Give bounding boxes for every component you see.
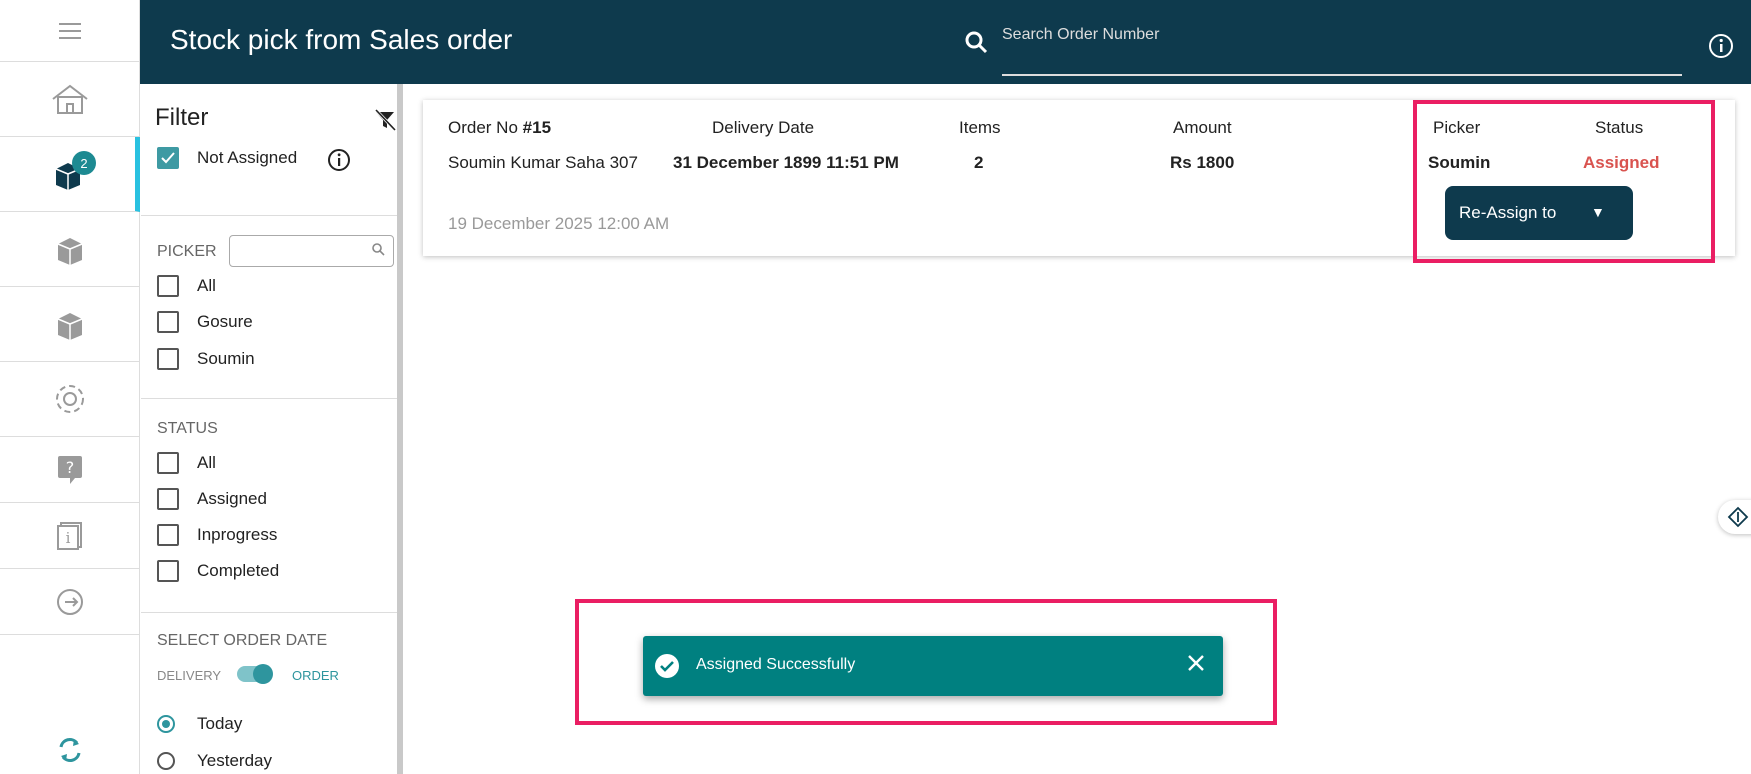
search-icon	[964, 30, 988, 59]
box-icon	[57, 313, 83, 340]
floating-side-button[interactable]	[1718, 500, 1751, 534]
check-circle-icon	[655, 654, 679, 683]
search-icon	[371, 242, 385, 261]
delivery-date-value: 31 December 1899 11:51 PM	[673, 153, 899, 172]
toggle-order-label: ORDER	[292, 668, 339, 683]
status-checkbox[interactable]	[157, 524, 179, 546]
status-option-label: Completed	[197, 561, 280, 580]
picker-option[interactable]: Soumin	[157, 348, 255, 370]
svg-text:i: i	[66, 529, 71, 547]
not-assigned-info-button[interactable]	[327, 148, 351, 177]
picker-option-label: All	[197, 276, 216, 295]
app-header: Stock pick from Sales order	[140, 0, 1751, 84]
close-toast-button[interactable]	[1187, 654, 1205, 677]
picker-checkbox[interactable]	[157, 348, 179, 370]
nav-help[interactable]: ?	[0, 437, 140, 503]
items-label: Items	[959, 118, 1001, 137]
status-option[interactable]: All	[157, 452, 216, 474]
picker-checkbox[interactable]	[157, 311, 179, 333]
sync-icon	[59, 738, 81, 762]
success-toast: Assigned Successfully	[643, 636, 1223, 696]
home-icon	[52, 84, 88, 114]
picker-option[interactable]: Gosure	[157, 311, 253, 333]
date-radio[interactable]	[157, 715, 175, 733]
nav-rail: 2 ? i	[0, 0, 140, 774]
nav-settings[interactable]	[0, 362, 140, 437]
divider	[141, 398, 397, 399]
order-no-value: #15	[522, 118, 552, 137]
status-checkbox[interactable]	[157, 452, 179, 474]
date-option[interactable]: Today	[157, 714, 242, 734]
filter-title: Filter	[155, 104, 209, 131]
page-title: Stock pick from Sales order	[170, 24, 513, 55]
date-radio[interactable]	[157, 752, 175, 770]
items-value: 2	[974, 153, 984, 172]
date-type-toggle[interactable]	[237, 664, 273, 684]
status-section-label: STATUS	[157, 420, 218, 437]
delivery-date-label: Delivery Date	[711, 118, 815, 137]
search-input[interactable]	[1002, 22, 1682, 76]
status-option[interactable]: Inprogress	[157, 524, 277, 546]
nav-home[interactable]	[0, 62, 140, 137]
svg-text:?: ?	[66, 458, 75, 477]
status-option[interactable]: Assigned	[157, 488, 267, 510]
created-date: 19 December 2025 12:00 AM	[448, 214, 670, 233]
not-assigned-checkbox[interactable]	[157, 147, 179, 169]
status-option-label: All	[197, 453, 216, 472]
divider	[141, 612, 397, 613]
filter-panel: Filter Not Assigned PICKER All Gosure So…	[141, 84, 403, 774]
gear-icon	[56, 385, 84, 413]
picker-option-label: Gosure	[197, 312, 253, 331]
info-icon	[1709, 34, 1733, 58]
amount-label: Amount	[1173, 118, 1232, 137]
highlight-box	[1413, 100, 1715, 263]
filter-off-icon	[374, 108, 397, 132]
nav-box-2[interactable]	[0, 212, 140, 287]
toggle-delivery-label: DELIVERY	[157, 668, 222, 683]
status-option[interactable]: Completed	[157, 560, 279, 582]
amount-value: Rs 1800	[1170, 153, 1235, 172]
radio-dot	[162, 720, 170, 728]
info-icon	[328, 149, 350, 171]
status-checkbox[interactable]	[157, 488, 179, 510]
picker-search-input[interactable]	[229, 235, 394, 267]
toast-message: Assigned Successfully	[696, 656, 856, 673]
toggle-knob	[253, 664, 273, 684]
clear-filter-button[interactable]	[373, 108, 397, 137]
nav-logout[interactable]	[0, 569, 140, 635]
date-option[interactable]: Yesterday	[157, 751, 272, 771]
notification-badge: 2	[72, 151, 96, 175]
sync-button[interactable]	[0, 728, 140, 772]
check-icon	[161, 152, 175, 164]
box-icon	[57, 238, 83, 265]
not-assigned-label: Not Assigned	[197, 148, 298, 167]
nav-stock-pick[interactable]: 2	[0, 137, 140, 212]
status-checkbox[interactable]	[157, 560, 179, 582]
picker-option-label: Soumin	[197, 349, 255, 368]
customer-name: Soumin Kumar Saha 307	[448, 153, 638, 172]
logout-icon	[57, 588, 83, 615]
status-option-label: Inprogress	[197, 525, 278, 544]
diamond-icon	[1727, 506, 1749, 528]
nav-box-3[interactable]	[0, 287, 140, 362]
info-button[interactable]	[1708, 33, 1734, 64]
document-info-icon: i	[57, 521, 82, 550]
not-assigned-filter[interactable]: Not Assigned	[157, 147, 297, 169]
divider	[141, 215, 397, 216]
status-option-label: Assigned	[197, 489, 267, 508]
help-icon: ?	[58, 455, 82, 484]
picker-section-label: PICKER	[157, 243, 217, 260]
picker-option[interactable]: All	[157, 275, 216, 297]
menu-button[interactable]	[0, 0, 140, 62]
date-option-label: Yesterday	[197, 751, 272, 770]
close-icon	[1188, 655, 1204, 671]
hamburger-icon	[59, 22, 81, 39]
date-option-label: Today	[197, 714, 243, 733]
nav-info[interactable]: i	[0, 503, 140, 569]
picker-checkbox[interactable]	[157, 275, 179, 297]
order-no-label: Order No	[448, 118, 518, 137]
date-section-label: SELECT ORDER DATE	[157, 632, 328, 649]
order-no: Order No #15	[448, 118, 551, 138]
